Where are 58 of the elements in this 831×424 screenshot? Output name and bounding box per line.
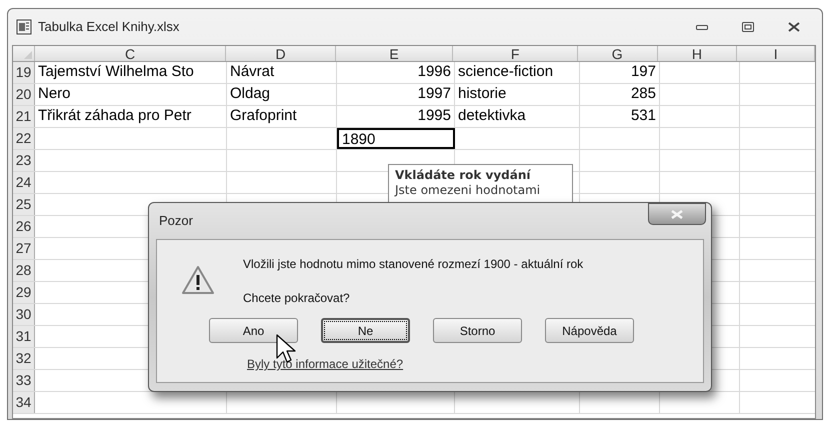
dialog-button[interactable]: Storno bbox=[433, 318, 522, 343]
table-cell: Nero bbox=[35, 84, 227, 105]
column-header[interactable]: D bbox=[226, 46, 336, 61]
table-cell: Oldag bbox=[227, 84, 337, 105]
column-header[interactable]: E bbox=[336, 46, 454, 61]
table-cell: Tajemství Wilhelma Sto bbox=[35, 62, 227, 83]
table-cell: historie bbox=[455, 84, 580, 105]
dialog-button[interactable]: Ne bbox=[321, 318, 410, 343]
table-cell: 1995 bbox=[337, 106, 455, 127]
dialog-title: Pozor bbox=[158, 212, 193, 230]
table-cell: detektivka bbox=[455, 106, 580, 127]
table-cell: 1996 bbox=[337, 62, 455, 83]
row-header[interactable]: 31 bbox=[13, 326, 35, 347]
table-cell: 285 bbox=[580, 84, 660, 105]
dialog-message: Vložili jste hodnotu mimo stanovené rozmezí 1900 - aktuální rok bbox=[243, 256, 584, 273]
table-cell: 1997 bbox=[337, 84, 455, 105]
close-icon bbox=[788, 22, 800, 32]
table-cell: 531 bbox=[580, 106, 660, 127]
minimize-icon bbox=[696, 24, 708, 30]
row-header[interactable]: 24 bbox=[13, 172, 35, 193]
row-header[interactable]: 22 bbox=[13, 128, 35, 149]
row-header[interactable]: 32 bbox=[13, 348, 35, 369]
table-cell: Grafoprint bbox=[227, 106, 337, 127]
row-header[interactable]: 29 bbox=[13, 282, 35, 303]
row-header[interactable]: 26 bbox=[13, 216, 35, 237]
row-header[interactable]: 25 bbox=[13, 194, 35, 215]
dialog-question: Chcete pokračovat? bbox=[243, 290, 351, 307]
close-icon bbox=[671, 210, 683, 218]
table-cell: Třikrát záhada pro Petr bbox=[35, 106, 227, 127]
row-header[interactable]: 23 bbox=[13, 150, 35, 171]
row-header[interactable]: 20 bbox=[13, 84, 35, 105]
row-header[interactable]: 33 bbox=[13, 370, 35, 391]
table-cell: 1890 bbox=[337, 128, 455, 149]
corner-triangle-icon bbox=[24, 51, 32, 59]
spreadsheet-icon bbox=[16, 19, 32, 35]
close-button[interactable] bbox=[648, 203, 706, 225]
tooltip-text: Jste omezeni hodnotami bbox=[395, 183, 542, 197]
dialog-button[interactable]: Ano bbox=[209, 318, 298, 343]
row-header[interactable]: 34 bbox=[13, 392, 35, 413]
column-header[interactable]: G bbox=[578, 46, 658, 61]
column-header[interactable]: F bbox=[453, 46, 578, 61]
row-header[interactable]: 30 bbox=[13, 304, 35, 325]
table-cell: Návrat bbox=[227, 62, 337, 83]
row-header[interactable]: 27 bbox=[13, 238, 35, 259]
dialog-button[interactable]: Nápověda bbox=[545, 318, 634, 343]
row-header[interactable]: 28 bbox=[13, 260, 35, 281]
feedback-link[interactable]: Byly tyto informace užitečné? bbox=[247, 355, 404, 373]
table-cell: science-fiction bbox=[455, 62, 580, 83]
restore-icon bbox=[742, 22, 754, 32]
row-header[interactable]: 19 bbox=[13, 62, 35, 83]
row-header[interactable]: 21 bbox=[13, 106, 35, 127]
warning-icon bbox=[181, 265, 215, 295]
table-cell: 197 bbox=[580, 62, 660, 83]
column-header[interactable]: I bbox=[737, 46, 815, 61]
tooltip-title: Vkládáte rok vydání bbox=[395, 168, 532, 183]
column-header[interactable]: H bbox=[658, 46, 738, 61]
column-header[interactable]: C bbox=[34, 46, 226, 61]
window-title: Tabulka Excel Knihy.xlsx bbox=[38, 18, 180, 36]
